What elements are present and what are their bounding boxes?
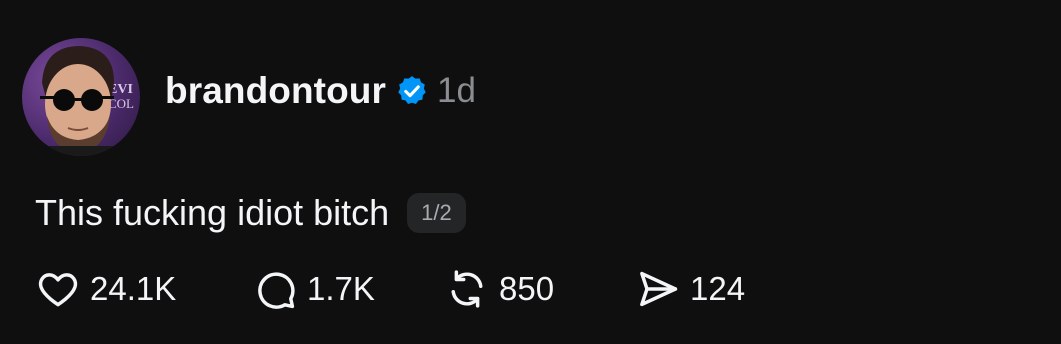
share-count: 124 (690, 270, 746, 307)
post-actions: 24.1K 1.7K 850 124 (36, 266, 1036, 312)
reply-button[interactable]: 1.7K (253, 266, 375, 312)
verified-badge-icon (395, 74, 429, 108)
avatar[interactable]: EVI COL (22, 38, 140, 156)
like-count: 24.1K (90, 270, 177, 307)
reply-count: 1.7K (307, 270, 375, 307)
repost-count: 850 (499, 270, 555, 307)
post-timestamp: 1d (437, 71, 476, 110)
heart-icon (38, 273, 78, 307)
repost-button[interactable]: 850 (445, 266, 554, 312)
post-body: This fucking idiot bitch 1/2 (35, 190, 466, 236)
send-arrow-icon (640, 271, 678, 307)
post-text: This fucking idiot bitch (35, 192, 390, 233)
speech-bubble-icon (258, 272, 295, 309)
like-button[interactable]: 24.1K (36, 266, 176, 312)
post-card: EVI COL brandontour 1d This fucking idio… (0, 0, 1061, 344)
post-header: brandontour 1d (165, 66, 476, 116)
avatar-image: EVI COL (32, 46, 134, 156)
repost-arrows-icon (451, 270, 483, 308)
share-button[interactable]: 124 (636, 266, 745, 312)
thread-position-badge: 1/2 (407, 193, 466, 233)
username[interactable]: brandontour (165, 70, 386, 112)
